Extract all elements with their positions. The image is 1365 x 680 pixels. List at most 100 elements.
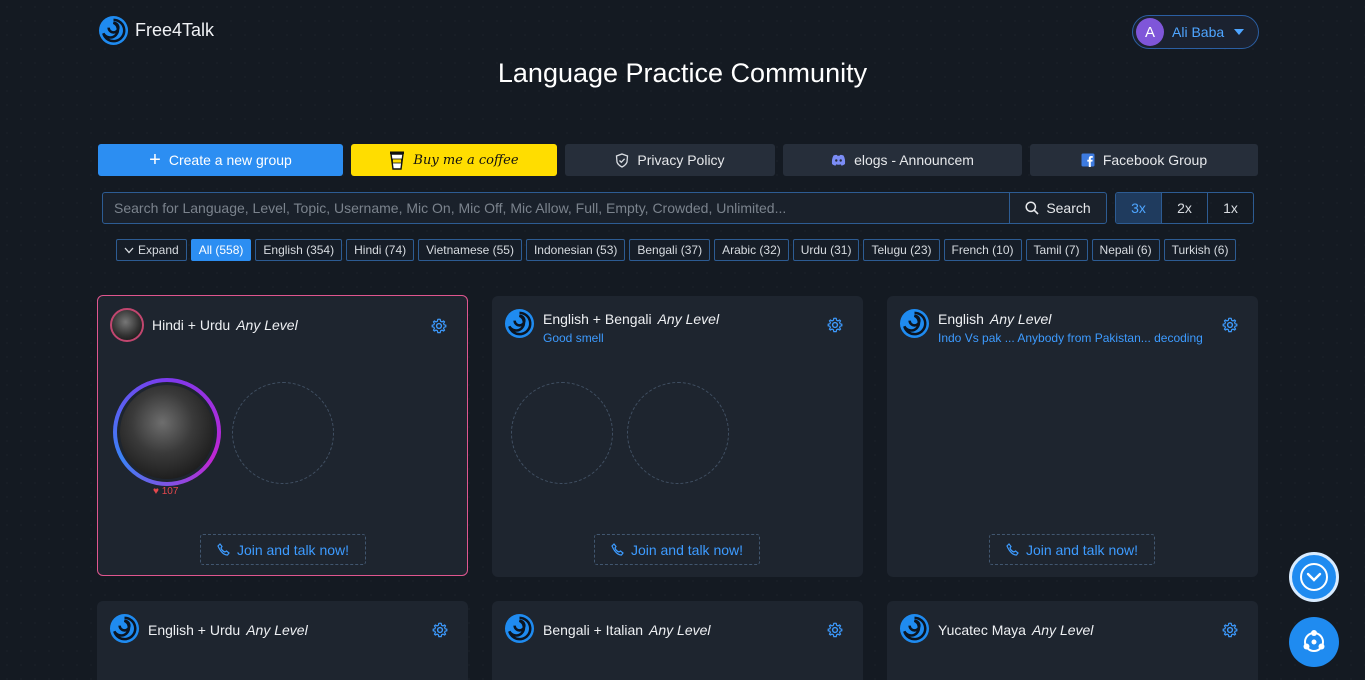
- chevron-down-icon: [1300, 563, 1328, 591]
- empty-seat[interactable]: [232, 382, 334, 484]
- share-button[interactable]: [1289, 617, 1339, 667]
- search-button-label: Search: [1046, 200, 1091, 216]
- gear-icon[interactable]: [431, 318, 447, 334]
- card-languages: English + Bengali: [543, 311, 652, 327]
- card-title: English + Urdu Any Level: [148, 622, 308, 638]
- join-button[interactable]: Join and talk now!: [594, 534, 760, 565]
- filter-chip-english[interactable]: English (354): [255, 239, 343, 261]
- expand-filters-button[interactable]: Expand: [116, 239, 187, 261]
- search-bar: Search: [102, 192, 1107, 224]
- card-topic: Indo Vs pak ... Anybody from Pakistan...…: [938, 331, 1203, 345]
- card-title: English + Bengali Any Level: [543, 311, 817, 327]
- participant-avatar[interactable]: [113, 378, 221, 486]
- filter-chip-arabic[interactable]: Arabic (32): [714, 239, 789, 261]
- free4talk-logo-icon: [504, 308, 535, 339]
- facebook-group-button[interactable]: Facebook Group: [1030, 144, 1258, 176]
- create-group-label: Create a new group: [168, 152, 292, 168]
- host-avatar[interactable]: [110, 308, 144, 342]
- card-header: Hindi + Urdu Any Level: [110, 308, 298, 342]
- filter-chip-indonesian[interactable]: Indonesian (53): [525, 239, 626, 261]
- search-button[interactable]: Search: [1009, 193, 1106, 223]
- filter-chip-hindi[interactable]: Hindi (74): [346, 239, 415, 261]
- user-avatar: A: [1136, 18, 1164, 46]
- free4talk-logo-icon: [504, 613, 535, 644]
- card-title: Bengali + Italian Any Level: [543, 622, 711, 638]
- card-header: Yucatec Maya Any Level: [899, 613, 1093, 644]
- join-button[interactable]: Join and talk now!: [989, 534, 1155, 565]
- chevron-down-icon: [124, 247, 134, 253]
- card-header: English + Bengali Any Level Good smell: [504, 308, 817, 345]
- group-card: Bengali + Italian Any Level: [492, 601, 863, 680]
- filter-chip-french[interactable]: French (10): [943, 239, 1022, 261]
- card-title: Yucatec Maya Any Level: [938, 622, 1093, 638]
- privacy-policy-button[interactable]: Privacy Policy: [565, 144, 775, 176]
- create-group-button[interactable]: + Create a new group: [98, 144, 343, 176]
- card-languages: Hindi + Urdu: [152, 317, 231, 333]
- gear-icon[interactable]: [827, 317, 843, 333]
- plus-icon: +: [149, 149, 161, 171]
- card-level: Any Level: [1031, 622, 1094, 638]
- scroll-down-button[interactable]: [1289, 552, 1339, 602]
- gear-icon[interactable]: [1222, 622, 1238, 638]
- card-header: English Any Level Indo Vs pak ... Anybody…: [899, 308, 1212, 345]
- card-languages: English: [938, 311, 984, 327]
- phone-icon: [611, 543, 624, 556]
- filter-chip-turkish[interactable]: Turkish (6): [1163, 239, 1237, 261]
- page-title: Language Practice Community: [497, 58, 868, 88]
- phone-icon: [217, 543, 230, 556]
- group-card: English + Bengali Any Level Good smell Jo…: [492, 296, 863, 577]
- card-languages: Yucatec Maya: [938, 622, 1026, 638]
- brand-name: Free4Talk: [135, 20, 215, 40]
- gear-icon[interactable]: [432, 622, 448, 638]
- free4talk-logo-icon: [109, 613, 140, 644]
- language-filter-bar: Expand All (558) English (354) Hindi (74…: [116, 239, 1237, 261]
- join-button[interactable]: Join and talk now!: [200, 534, 366, 565]
- filter-chip-bengali[interactable]: Bengali (37): [629, 239, 711, 261]
- share-network-icon: [1303, 630, 1325, 652]
- facebook-group-label: Facebook Group: [1102, 152, 1208, 168]
- discord-announcement-label: elogs - Announcem: [854, 152, 974, 168]
- gear-icon[interactable]: [827, 622, 843, 638]
- discord-announcement-button[interactable]: elogs - Announcem: [783, 144, 1022, 176]
- group-card: English Any Level Indo Vs pak ... Anybody…: [887, 296, 1258, 577]
- filter-chip-nepali[interactable]: Nepali (6): [1091, 239, 1160, 261]
- filter-chip-urdu[interactable]: Urdu (31): [792, 239, 860, 261]
- caret-down-icon: [1234, 29, 1245, 35]
- discord-icon: [831, 154, 846, 166]
- empty-seat[interactable]: [627, 382, 729, 484]
- join-label: Join and talk now!: [630, 541, 744, 558]
- zoom-3x-button[interactable]: 3x: [1116, 193, 1162, 223]
- join-label: Join and talk now!: [236, 541, 350, 558]
- card-topic: Good smell: [543, 331, 604, 345]
- group-card: Hindi + Urdu Any Level ♥ 107 Join and tal…: [97, 295, 468, 576]
- buy-coffee-button[interactable]: Buy me a coffee: [351, 144, 557, 176]
- card-header: English + Urdu Any Level: [109, 613, 308, 644]
- search-input[interactable]: [103, 193, 1009, 223]
- card-level: Any Level: [236, 317, 298, 333]
- card-title: Hindi + Urdu Any Level: [152, 317, 298, 333]
- zoom-2x-button[interactable]: 2x: [1162, 193, 1208, 223]
- empty-seat[interactable]: [511, 382, 613, 484]
- shield-icon: [616, 152, 629, 168]
- free4talk-logo-icon: [98, 15, 129, 46]
- card-level: Any Level: [989, 311, 1052, 327]
- zoom-1x-button[interactable]: 1x: [1208, 193, 1253, 223]
- likes-count: ♥ 107: [153, 486, 179, 497]
- facebook-icon: [1081, 153, 1095, 167]
- buy-coffee-label: Buy me a coffee: [413, 152, 519, 168]
- filter-chip-all[interactable]: All (558): [190, 239, 252, 261]
- free4talk-logo-icon: [899, 613, 930, 644]
- zoom-selector: 3x 2x 1x: [1115, 192, 1254, 224]
- filter-chip-tamil[interactable]: Tamil (7): [1025, 239, 1088, 261]
- user-menu-button[interactable]: A Ali Baba: [1132, 15, 1259, 49]
- gear-icon[interactable]: [1222, 317, 1238, 333]
- card-level: Any Level: [657, 311, 720, 327]
- coffee-cup-icon: [390, 151, 405, 170]
- card-languages: English + Urdu: [148, 622, 241, 638]
- privacy-policy-label: Privacy Policy: [637, 152, 725, 168]
- filter-chip-telugu[interactable]: Telugu (23): [863, 239, 940, 261]
- filter-chip-vietnamese[interactable]: Vietnamese (55): [418, 239, 522, 261]
- brand-logo-link[interactable]: Free4Talk: [98, 15, 214, 46]
- card-level: Any Level: [649, 622, 711, 638]
- card-title: English Any Level: [938, 311, 1212, 327]
